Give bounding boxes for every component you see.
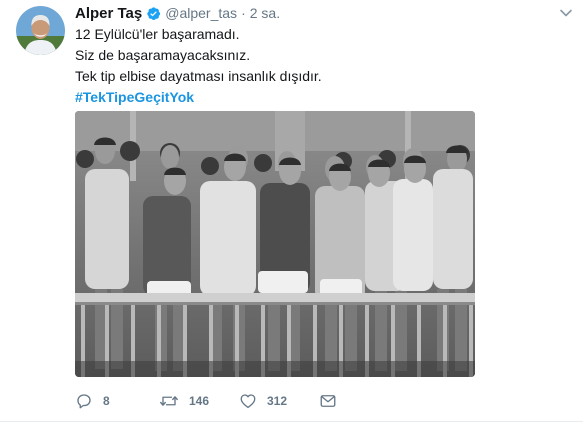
retweet-icon (159, 392, 179, 410)
tweet-text-line: Tek tip elbise dayatması insanlık dışıdı… (75, 68, 322, 84)
like-count: 312 (267, 394, 288, 408)
direct-message-button[interactable] (319, 392, 337, 410)
heart-icon (239, 392, 257, 410)
like-button[interactable]: 312 (239, 392, 319, 410)
avatar[interactable] (16, 6, 65, 55)
tweet-actions: 8 146 312 (75, 390, 337, 412)
envelope-icon (319, 392, 337, 410)
tweet-header: Alper Taş @alper_tas · 2 sa. (75, 3, 280, 23)
hashtag-link[interactable]: #TekTipeGeçitYok (75, 87, 570, 108)
tweet[interactable]: Alper Taş @alper_tas · 2 sa. 12 Eylülcü'… (0, 0, 583, 422)
author-handle[interactable]: @alper_tas (165, 5, 237, 21)
reply-button[interactable]: 8 (75, 392, 159, 410)
tweet-text-line: Siz de başaramayacaksınız. (75, 47, 251, 63)
retweet-button[interactable]: 146 (159, 392, 239, 410)
retweet-count: 146 (189, 394, 210, 408)
verified-badge-icon (146, 6, 161, 21)
author-name[interactable]: Alper Taş (75, 5, 142, 22)
reply-count: 8 (103, 394, 110, 408)
chevron-down-icon[interactable] (559, 6, 573, 20)
tweet-photo[interactable] (75, 111, 475, 377)
reply-icon (75, 392, 93, 410)
tweet-text: 12 Eylülcü'ler başaramadı. Siz de başara… (75, 24, 570, 108)
timestamp[interactable]: 2 sa. (250, 5, 280, 21)
separator-dot: · (241, 5, 246, 21)
tweet-text-line: 12 Eylülcü'ler başaramadı. (75, 26, 240, 42)
